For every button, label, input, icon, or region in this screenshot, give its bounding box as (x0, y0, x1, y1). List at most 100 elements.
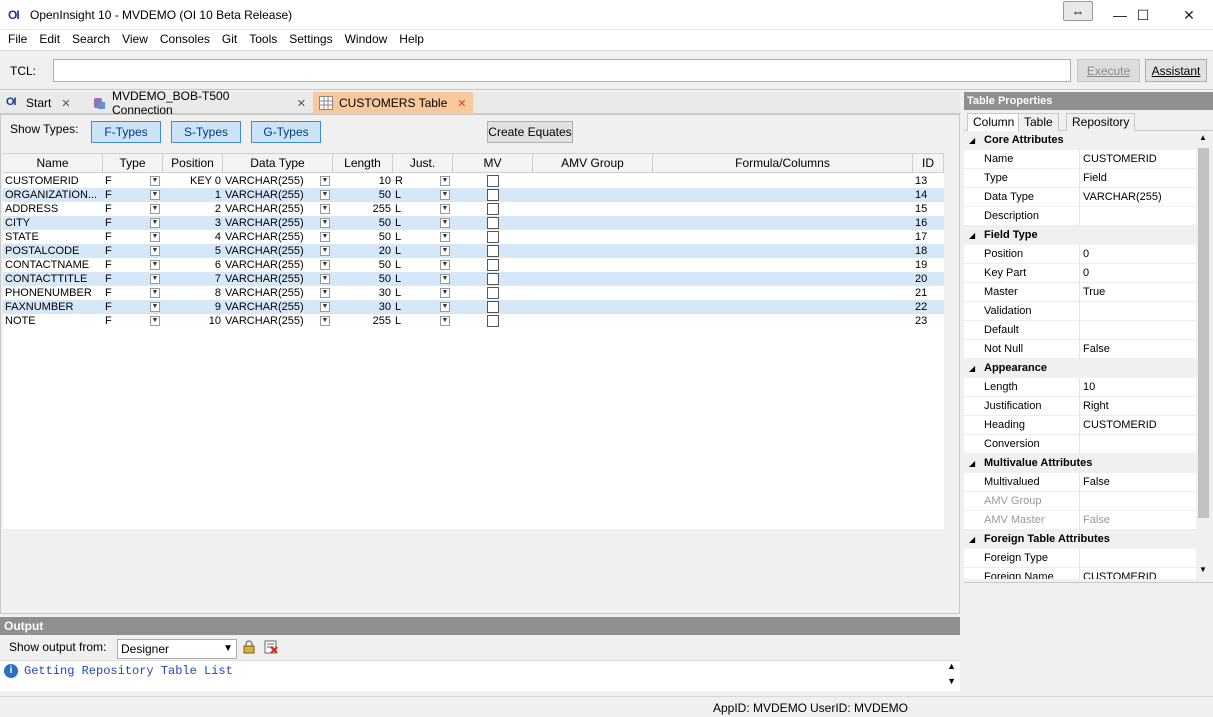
scroll-down-icon[interactable]: ▼ (947, 676, 956, 686)
chevron-down-icon[interactable]: ▼ (150, 190, 160, 200)
col-header-type[interactable]: Type (103, 153, 163, 173)
chevron-down-icon[interactable]: ▼ (150, 260, 160, 270)
tab-column[interactable]: Column (967, 113, 1021, 131)
chevron-down-icon[interactable]: ▼ (150, 204, 160, 214)
chevron-down-icon[interactable]: ▼ (320, 176, 330, 186)
scroll-down-icon[interactable]: ▼ (1199, 565, 1207, 574)
chevron-down-icon[interactable]: ▼ (150, 246, 160, 256)
table-row[interactable]: CITY F ▼ 3 VARCHAR(255) ▼ 50 L ▼ 16 (3, 216, 944, 230)
menu-settings[interactable]: Settings (285, 30, 336, 48)
collapse-triangle-icon[interactable]: ◢ (969, 359, 975, 378)
property-row[interactable]: Length 10 (964, 378, 1196, 397)
execute-button[interactable]: Execute (1077, 59, 1140, 82)
chevron-down-icon[interactable]: ▼ (320, 204, 330, 214)
close-icon[interactable]: ✕ (61, 97, 70, 110)
property-value[interactable]: False (1083, 473, 1110, 492)
mv-checkbox[interactable] (487, 315, 499, 327)
col-header-formula[interactable]: Formula/Columns (653, 153, 913, 173)
mv-checkbox[interactable] (487, 203, 499, 215)
menu-window[interactable]: Window (341, 30, 392, 48)
chevron-down-icon[interactable]: ▼ (320, 232, 330, 242)
property-row[interactable]: Default (964, 321, 1196, 340)
property-row[interactable]: Type Field (964, 169, 1196, 188)
property-value[interactable]: False (1083, 340, 1110, 359)
chevron-down-icon[interactable]: ▼ (440, 218, 450, 228)
clear-output-icon[interactable] (264, 640, 278, 657)
f-types-button[interactable]: F-Types (91, 121, 161, 143)
collapse-triangle-icon[interactable]: ◢ (969, 454, 975, 473)
scrollbar-thumb[interactable] (1198, 148, 1209, 518)
mv-checkbox[interactable] (487, 287, 499, 299)
tcl-command-input[interactable] (53, 59, 1071, 82)
property-row[interactable]: Description (964, 207, 1196, 226)
table-row[interactable]: CONTACTTITLE F ▼ 7 VARCHAR(255) ▼ 50 L ▼ 20 (3, 272, 944, 286)
chevron-down-icon[interactable]: ▼ (150, 288, 160, 298)
assistant-button[interactable]: Assistant (1145, 59, 1207, 82)
mv-checkbox[interactable] (487, 189, 499, 201)
table-row[interactable]: CONTACTNAME F ▼ 6 VARCHAR(255) ▼ 50 L ▼ 19 (3, 258, 944, 272)
property-value[interactable]: 0 (1083, 245, 1089, 264)
chevron-down-icon[interactable]: ▼ (440, 316, 450, 326)
menu-file[interactable]: File (4, 30, 31, 48)
table-row[interactable]: POSTALCODE F ▼ 5 VARCHAR(255) ▼ 20 L ▼ 18 (3, 244, 944, 258)
property-value[interactable]: CUSTOMERID (1083, 416, 1157, 435)
menu-view[interactable]: View (118, 30, 152, 48)
close-icon[interactable]: ✕ (457, 97, 466, 110)
chevron-down-icon[interactable]: ▼ (150, 316, 160, 326)
chevron-down-icon[interactable]: ▼ (150, 302, 160, 312)
col-header-mv[interactable]: MV (453, 153, 533, 173)
property-value[interactable]: VARCHAR(255) (1083, 188, 1162, 207)
lock-icon[interactable] (242, 640, 256, 657)
mv-checkbox[interactable] (487, 273, 499, 285)
property-value[interactable]: Right (1083, 397, 1109, 416)
chevron-down-icon[interactable]: ▼ (440, 260, 450, 270)
property-value[interactable]: CUSTOMERID (1083, 150, 1157, 169)
property-row[interactable]: AMV Group (964, 492, 1196, 511)
mv-checkbox[interactable] (487, 301, 499, 313)
property-row[interactable]: Heading CUSTOMERID (964, 416, 1196, 435)
property-row[interactable]: Not Null False (964, 340, 1196, 359)
mv-checkbox[interactable] (487, 245, 499, 257)
menu-git[interactable]: Git (218, 30, 241, 48)
property-value[interactable]: True (1083, 283, 1105, 302)
col-header-amv-group[interactable]: AMV Group (533, 153, 653, 173)
property-grid[interactable]: ◢ Core Attributes Name CUSTOMERID Type Field D… (964, 131, 1196, 579)
chevron-down-icon[interactable]: ▼ (320, 288, 330, 298)
collapse-triangle-icon[interactable]: ◢ (969, 131, 975, 150)
property-value[interactable]: False (1083, 511, 1110, 530)
col-header-position[interactable]: Position (163, 153, 223, 173)
tab-customers-table[interactable]: CUSTOMERS Table ✕ (313, 92, 473, 114)
mv-checkbox[interactable] (487, 259, 499, 271)
chevron-down-icon[interactable]: ▼ (440, 274, 450, 284)
scroll-up-icon[interactable]: ▲ (1199, 133, 1207, 142)
table-row[interactable]: CUSTOMERID F ▼ KEY 0 VARCHAR(255) ▼ 10 R ▼ 13 (3, 174, 944, 188)
property-row[interactable]: AMV Master False (964, 511, 1196, 530)
snap-layout-button[interactable]: ⇔ (1063, 1, 1093, 21)
collapse-triangle-icon[interactable]: ◢ (969, 226, 975, 245)
g-types-button[interactable]: G-Types (251, 121, 321, 143)
table-row[interactable]: PHONENUMBER F ▼ 8 VARCHAR(255) ▼ 30 L ▼ 21 (3, 286, 944, 300)
chevron-down-icon[interactable]: ▼ (440, 302, 450, 312)
property-row[interactable]: Multivalued False (964, 473, 1196, 492)
table-row[interactable]: NOTE F ▼ 10 VARCHAR(255) ▼ 255 L ▼ 23 (3, 314, 944, 328)
chevron-down-icon[interactable]: ▼ (150, 232, 160, 242)
collapse-triangle-icon[interactable]: ◢ (969, 530, 975, 549)
menu-consoles[interactable]: Consoles (156, 30, 214, 48)
chevron-down-icon[interactable]: ▼ (440, 176, 450, 186)
chevron-down-icon[interactable]: ▼ (320, 302, 330, 312)
mv-checkbox[interactable] (487, 217, 499, 229)
col-header-data-type[interactable]: Data Type (223, 153, 333, 173)
property-row[interactable]: Data Type VARCHAR(255) (964, 188, 1196, 207)
chevron-down-icon[interactable]: ▼ (150, 218, 160, 228)
col-header-length[interactable]: Length (333, 153, 393, 173)
property-row[interactable]: Foreign Name CUSTOMERID (964, 568, 1196, 579)
property-category[interactable]: ◢ Core Attributes (964, 131, 1196, 150)
chevron-down-icon[interactable]: ▼ (320, 260, 330, 270)
col-header-just[interactable]: Just. (393, 153, 453, 173)
tab-start[interactable]: OI Start ✕ (0, 92, 84, 114)
menu-help[interactable]: Help (395, 30, 428, 48)
property-value[interactable]: 0 (1083, 264, 1089, 283)
output-log[interactable]: i Getting Repository Table List ▲ ▼ (0, 660, 960, 691)
chevron-down-icon[interactable]: ▼ (440, 288, 450, 298)
chevron-down-icon[interactable]: ▼ (440, 204, 450, 214)
